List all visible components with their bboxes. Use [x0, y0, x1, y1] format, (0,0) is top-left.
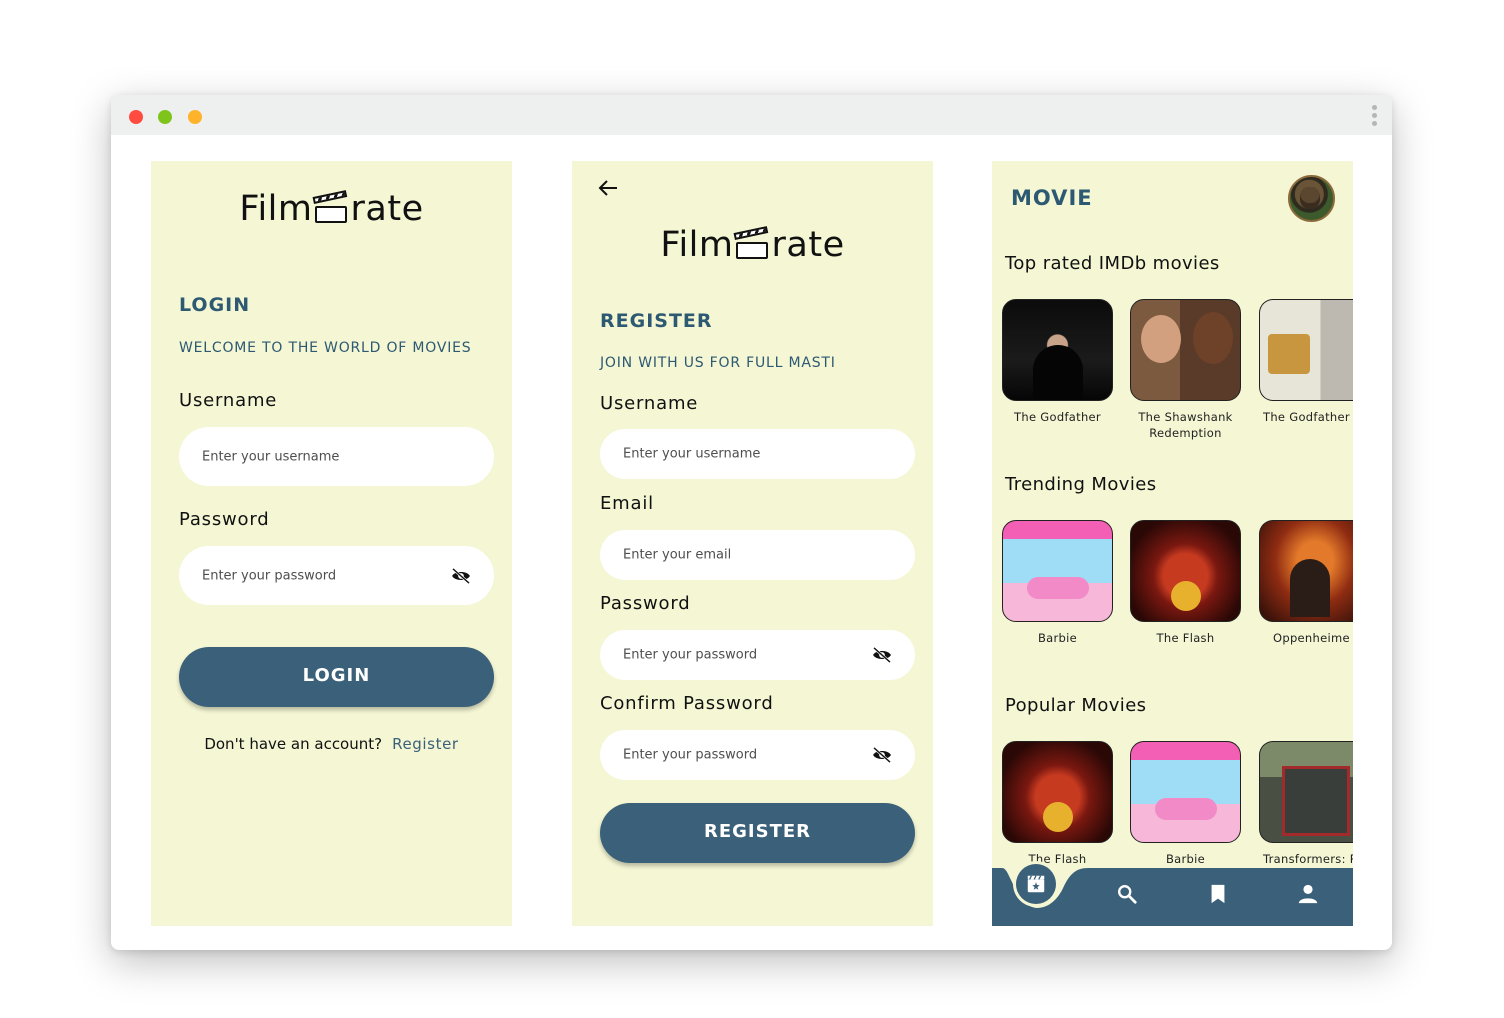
- movie-card[interactable]: The Flash: [1130, 520, 1241, 646]
- movie-poster: [1259, 299, 1353, 401]
- password-label: Password: [600, 593, 691, 614]
- username-label: Username: [600, 393, 699, 414]
- confirm-password-placeholder: Enter your password: [623, 747, 758, 763]
- movie-poster: [1130, 741, 1241, 843]
- home-screen: MOVIE Top rated IMDb movies The Godfathe…: [992, 161, 1353, 926]
- username-input[interactable]: Enter your username: [600, 429, 915, 479]
- password-placeholder: Enter your password: [623, 647, 758, 663]
- movie-title: The Shawshank Redemption: [1138, 410, 1233, 440]
- movie-title: The Godfather P: [1263, 410, 1353, 424]
- section-title-top-rated: Top rated IMDb movies: [1005, 253, 1220, 274]
- movie-title: Transformers: Ri: [1263, 852, 1353, 866]
- movie-card[interactable]: Barbie: [1130, 741, 1241, 867]
- movie-poster: [1130, 299, 1241, 401]
- top-rated-row: The Godfather The Shawshank Redemption T…: [1002, 299, 1353, 449]
- movie-poster: [1002, 741, 1113, 843]
- register-link[interactable]: Register: [392, 735, 459, 753]
- email-label: Email: [600, 493, 654, 514]
- movie-title: The Flash: [1028, 852, 1087, 866]
- movies-nav-button[interactable]: [1016, 864, 1056, 904]
- minimize-window-dot[interactable]: [188, 110, 202, 124]
- movie-poster: [1259, 520, 1353, 622]
- register-heading: REGISTER: [600, 310, 713, 332]
- login-button[interactable]: LOGIN: [179, 647, 494, 707]
- movie-poster: [1130, 520, 1241, 622]
- trending-row: Barbie The Flash Oppenheime: [1002, 520, 1353, 670]
- home-title: MOVIE: [1011, 186, 1093, 210]
- movie-title: Barbie: [1165, 852, 1206, 866]
- bookmark-icon[interactable]: [1207, 883, 1229, 905]
- password-input[interactable]: Enter your password: [179, 546, 494, 605]
- movie-clapper-icon: [1027, 875, 1045, 893]
- username-placeholder: Enter your username: [623, 446, 761, 462]
- login-screen: Film rate LOGIN WELCOME TO THE WORLD OF M…: [151, 161, 512, 926]
- confirm-password-input[interactable]: Enter your password: [600, 730, 915, 780]
- maximize-window-dot[interactable]: [158, 110, 172, 124]
- profile-icon[interactable]: [1297, 883, 1319, 905]
- eye-off-icon[interactable]: [871, 647, 893, 663]
- register-subheading: JOIN WITH US FOR FULL MASTI: [600, 355, 836, 371]
- no-account-text: Don't have an account?: [204, 735, 383, 753]
- movie-title: Oppenheime: [1273, 631, 1350, 645]
- movie-title: The Flash: [1156, 631, 1215, 645]
- user-avatar[interactable]: [1288, 175, 1335, 222]
- movie-card[interactable]: The Godfather P: [1259, 299, 1353, 425]
- eye-off-icon[interactable]: [450, 567, 472, 584]
- email-input[interactable]: Enter your email: [600, 530, 915, 580]
- search-icon[interactable]: [1116, 883, 1138, 905]
- close-window-dot[interactable]: [129, 110, 143, 124]
- username-input[interactable]: Enter your username: [179, 427, 494, 486]
- movie-poster: [1002, 520, 1113, 622]
- movie-poster: [1259, 741, 1353, 843]
- movie-card[interactable]: The Flash: [1002, 741, 1113, 867]
- register-button[interactable]: REGISTER: [600, 803, 915, 863]
- username-placeholder: Enter your username: [202, 449, 340, 464]
- movie-card[interactable]: Transformers: Ri: [1259, 741, 1353, 867]
- movie-card[interactable]: Oppenheime: [1259, 520, 1353, 646]
- register-screen: Film rate REGISTER JOIN WITH US FOR FULL …: [572, 161, 933, 926]
- login-subheading: WELCOME TO THE WORLD OF MOVIES: [179, 340, 472, 356]
- filmrate-logo: Film rate: [660, 225, 845, 265]
- password-input[interactable]: Enter your password: [600, 630, 915, 680]
- back-arrow-icon[interactable]: [598, 179, 618, 197]
- browser-window: Film rate LOGIN WELCOME TO THE WORLD OF M…: [111, 95, 1392, 950]
- section-title-popular: Popular Movies: [1005, 695, 1147, 716]
- movie-card[interactable]: Barbie: [1002, 520, 1113, 646]
- movie-title: The Godfather: [1014, 410, 1101, 424]
- movie-title: Barbie: [1037, 631, 1078, 645]
- email-placeholder: Enter your email: [623, 547, 732, 563]
- login-heading: LOGIN: [179, 294, 251, 316]
- more-options-icon[interactable]: [1370, 105, 1378, 129]
- section-title-trending: Trending Movies: [1005, 474, 1157, 495]
- clapperboard-icon: [312, 190, 350, 223]
- register-prompt: Don't have an account? Register: [151, 735, 512, 753]
- movie-card[interactable]: The Shawshank Redemption: [1130, 299, 1241, 441]
- clapperboard-icon: [733, 226, 771, 259]
- movie-card[interactable]: The Godfather: [1002, 299, 1113, 425]
- movie-poster: [1002, 299, 1113, 401]
- title-bar: [111, 95, 1392, 135]
- password-placeholder: Enter your password: [202, 568, 337, 583]
- filmrate-logo: Film rate: [239, 189, 424, 229]
- confirm-password-label: Confirm Password: [600, 693, 774, 714]
- username-label: Username: [179, 390, 278, 411]
- eye-off-icon[interactable]: [871, 747, 893, 763]
- password-label: Password: [179, 509, 270, 530]
